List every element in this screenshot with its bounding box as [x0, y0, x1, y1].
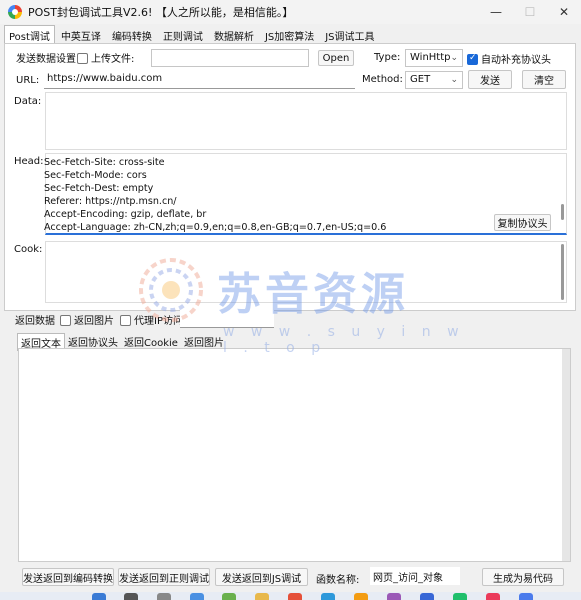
close-icon[interactable]: ✕: [547, 0, 581, 24]
send-to-regex-button[interactable]: 发送返回到正则调试: [118, 568, 210, 586]
head-line: Sec-Fetch-Mode: cors: [44, 170, 147, 181]
head-scrollbar[interactable]: [561, 204, 564, 220]
head-line: Accept-Encoding: gzip, deflate, br: [44, 209, 207, 220]
app-icon[interactable]: [190, 593, 204, 600]
proxy-checkbox[interactable]: 代理IP访问:: [120, 312, 186, 327]
task-view-icon[interactable]: [157, 593, 171, 600]
type-select[interactable]: WinHttp ⌄: [405, 49, 463, 67]
clear-button[interactable]: 清空: [522, 70, 566, 89]
head-content: Sec-Fetch-Site: cross-site Sec-Fetch-Mod…: [44, 156, 552, 234]
chevron-down-icon: ⌄: [450, 53, 458, 63]
return-scrollbar[interactable]: [562, 349, 570, 561]
chevron-down-icon: ⌄: [450, 75, 458, 85]
maximize-icon[interactable]: ☐: [513, 0, 547, 24]
head-line: Sec-Fetch-Dest: empty: [44, 183, 154, 194]
auto-header-label: 自动补充协议头: [481, 55, 551, 66]
func-name-input[interactable]: 网页_访问_对象: [370, 567, 460, 585]
title-bar: POST封包调试工具V2.6! 【人之所以能，是相信能。】 — ☐ ✕: [0, 0, 581, 24]
return-text-area[interactable]: [18, 348, 571, 562]
send-button[interactable]: 发送: [468, 70, 512, 89]
app-icon[interactable]: [321, 593, 335, 600]
return-image-checkbox-box[interactable]: [60, 315, 71, 326]
app-icon[interactable]: [387, 593, 401, 600]
head-line: Referer: https://ntp.msn.cn/: [44, 196, 177, 207]
start-icon[interactable]: [92, 593, 106, 600]
cook-scrollbar[interactable]: [561, 244, 564, 300]
send-settings-label: 发送数据设置: [16, 54, 76, 65]
tab-parse[interactable]: 数据解析: [209, 25, 259, 43]
method-select-value: GET: [410, 74, 431, 85]
tab-encode[interactable]: 编码转换: [107, 25, 157, 43]
folder-icon[interactable]: [255, 593, 269, 600]
data-label: Data:: [14, 96, 42, 107]
app-icon: [8, 5, 22, 19]
app-icon[interactable]: [453, 593, 467, 600]
app-icon[interactable]: [222, 593, 236, 600]
app-icon[interactable]: [519, 593, 533, 600]
tab-regex[interactable]: 正则调试: [158, 25, 208, 43]
url-input[interactable]: https://www.baidu.com: [44, 71, 355, 89]
proxy-input[interactable]: [180, 310, 274, 328]
tab-js-debug[interactable]: JS调试工具: [320, 25, 379, 43]
tab-post[interactable]: Post调试: [4, 25, 55, 43]
send-to-js-button[interactable]: 发送返回到JS调试: [215, 568, 308, 586]
app-icon[interactable]: [288, 593, 302, 600]
return-image-label: 返回图片: [74, 316, 114, 327]
search-icon[interactable]: [124, 593, 138, 600]
upload-file-label: 上传文件:: [91, 54, 135, 65]
method-select[interactable]: GET ⌄: [405, 71, 463, 89]
func-name-label: 函数名称:: [316, 575, 360, 586]
upload-file-checkbox-box[interactable]: [77, 53, 88, 64]
auto-header-checkbox[interactable]: 自动补充协议头: [467, 51, 551, 66]
head-line: Sec-Fetch-Site: cross-site: [44, 157, 165, 168]
app-icon[interactable]: [486, 593, 500, 600]
taskbar: [0, 592, 581, 600]
return-data-label: 返回数据: [15, 316, 55, 327]
upload-file-input[interactable]: [151, 49, 309, 67]
cook-label: Cook:: [14, 244, 43, 255]
tab-js-crypto[interactable]: JS加密算法: [260, 25, 319, 43]
url-label: URL:: [16, 75, 40, 86]
window-title: POST封包调试工具V2.6! 【人之所以能，是相信能。】: [28, 6, 294, 19]
method-label: Method:: [362, 74, 403, 85]
app-icon[interactable]: [354, 593, 368, 600]
data-textarea[interactable]: [45, 92, 567, 150]
type-select-value: WinHttp: [410, 52, 451, 63]
app-icon[interactable]: [420, 593, 434, 600]
send-to-encode-button[interactable]: 发送返回到编码转换: [22, 568, 114, 586]
proxy-checkbox-box[interactable]: [120, 315, 131, 326]
auto-header-checkbox-box[interactable]: [467, 53, 478, 65]
head-label: Head:: [14, 156, 44, 167]
gen-code-button[interactable]: 生成为易代码: [482, 568, 564, 586]
proxy-label: 代理IP访问:: [134, 316, 187, 327]
open-button[interactable]: Open: [318, 50, 354, 66]
type-label: Type:: [374, 52, 401, 63]
tab-translate[interactable]: 中英互译: [56, 25, 106, 43]
response-section: 返回数据 返回图片 代理IP访问: 返回文本 返回协议头 返回Cookie 返回…: [4, 310, 576, 596]
cook-textarea[interactable]: [45, 241, 567, 303]
window-controls: — ☐ ✕: [479, 0, 581, 24]
upload-file-checkbox[interactable]: 上传文件:: [77, 50, 134, 65]
minimize-icon[interactable]: —: [479, 0, 513, 24]
head-line: Accept-Language: zh-CN,zh;q=0.9,en;q=0.8…: [44, 222, 387, 233]
main-tabs: Post调试 中英互译 编码转换 正则调试 数据解析 JS加密算法 JS调试工具: [4, 25, 381, 43]
return-image-checkbox[interactable]: 返回图片: [60, 312, 114, 327]
